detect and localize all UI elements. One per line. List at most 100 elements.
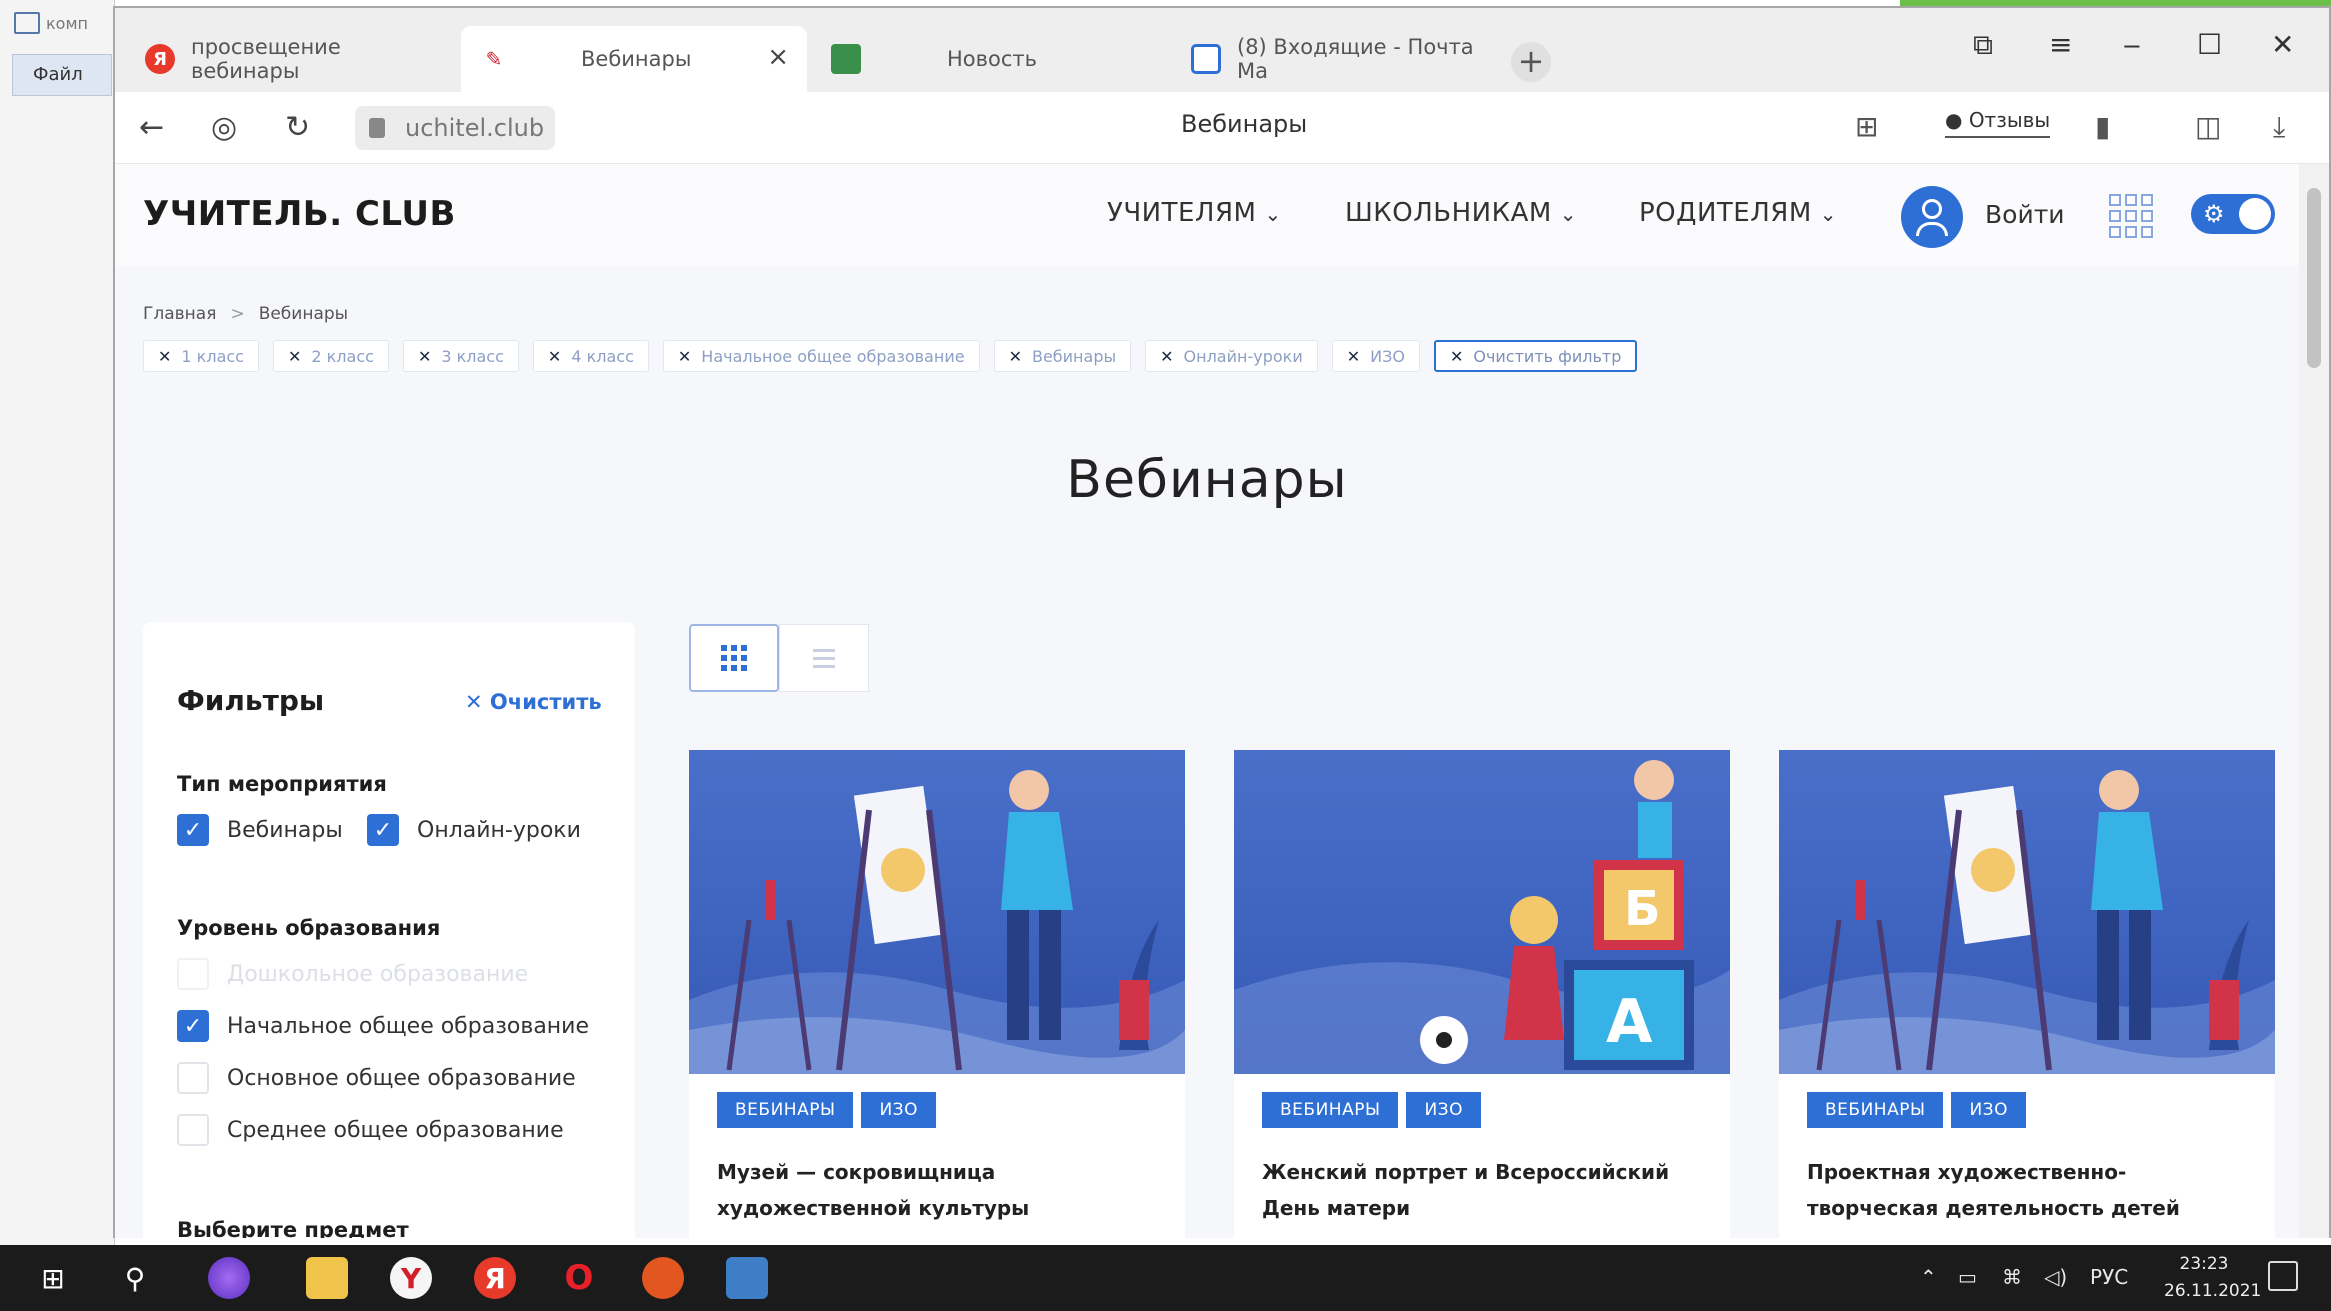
tabs-overview-icon[interactable]: ⧉	[1973, 28, 1993, 62]
notifications-icon[interactable]	[2268, 1261, 2298, 1291]
alice-assistant-icon[interactable]	[208, 1257, 250, 1299]
subject-title: Выберите предмет	[177, 1218, 409, 1238]
protect-icon[interactable]: ◎	[211, 110, 237, 145]
checkbox-checked-icon: ✓	[367, 814, 399, 846]
download-icon[interactable]: ⤓	[2273, 110, 2285, 144]
accessibility-toggle[interactable]: ⚙	[2191, 194, 2275, 234]
mail-icon	[1191, 44, 1221, 74]
yandex-icon: Я	[145, 44, 175, 74]
site-logo[interactable]: УЧИТЕЛЬ. CLUB	[143, 194, 456, 234]
translate-icon[interactable]: ⊞	[1855, 110, 1878, 143]
login-link[interactable]: Войти	[1985, 200, 2065, 229]
filter-chip[interactable]: ✕ 2 класс	[272, 340, 389, 372]
reviews-button[interactable]: ● Отзывы	[1945, 108, 2051, 138]
close-tab-icon[interactable]: ×	[767, 42, 789, 72]
webinar-card[interactable]: ВЕБИНАРЫ ИЗО Проектная художественно-тво…	[1779, 750, 2275, 1238]
clear-filter-chip[interactable]: ✕ Очистить фильтр	[1433, 340, 1638, 372]
tab-news[interactable]: Новость	[815, 26, 1155, 92]
extensions-icon[interactable]: ◫	[2195, 110, 2221, 143]
breadcrumb-home[interactable]: Главная	[143, 304, 216, 324]
minimize-icon[interactable]: ‒	[2123, 28, 2141, 61]
tab-webinars[interactable]: ✎ Вебинары ×	[461, 26, 807, 92]
search-icon[interactable]: ⚲	[114, 1257, 156, 1299]
nav-parents[interactable]: РОДИТЕЛЯМ ⌄	[1639, 198, 1837, 228]
tag-webinars[interactable]: ВЕБИНАРЫ	[1262, 1092, 1399, 1128]
page-heading: Вебинары	[1066, 450, 1348, 510]
tab-yandex-search[interactable]: Я просвещение вебинары	[129, 26, 429, 92]
painter-illustration	[689, 750, 1185, 1074]
monitor-icon	[14, 12, 40, 34]
filters-panel: Фильтры ✕ Очистить Тип мероприятия ✓ Веби…	[143, 622, 635, 1238]
uchitel-icon: ✎	[479, 44, 509, 74]
volume-icon[interactable]: ◁)	[2044, 1265, 2067, 1289]
new-tab-button[interactable]: +	[1511, 42, 1551, 82]
clock[interactable]: 23:23 26.11.2021	[2164, 1251, 2262, 1305]
clock-date: 26.11.2021	[2164, 1281, 2262, 1301]
filter-chip[interactable]: ✕ Начальное общее образование	[662, 340, 980, 372]
tag-webinars[interactable]: ВЕБИНАРЫ	[1807, 1092, 1944, 1128]
apps-grid-icon[interactable]	[2109, 194, 2153, 238]
checkbox-webinars[interactable]: ✓ Вебинары	[177, 814, 343, 846]
grid-view-button[interactable]	[689, 624, 779, 692]
page-scrollbar[interactable]	[2299, 164, 2329, 1238]
nav-teachers[interactable]: УЧИТЕЛЯМ ⌄	[1107, 198, 1282, 228]
webinar-card[interactable]: ВЕБИНАРЫ ИЗО Музей — сокровищница художе…	[689, 750, 1185, 1238]
tab-mail[interactable]: (8) Входящие - Почта Ма	[1151, 26, 1501, 92]
checkbox-secondary[interactable]: Среднее общее образование	[177, 1114, 564, 1146]
checkbox-empty-icon	[177, 1062, 209, 1094]
taskbar: ⊞ ⚲ Y Я O ⌃ ▭ ⌘ ◁) РУС 23:23 26.11.2021	[0, 1245, 2331, 1311]
card-title[interactable]: Проектная художественно-творческая деяте…	[1807, 1154, 2257, 1238]
filter-chip[interactable]: ✕ ИЗО	[1331, 340, 1420, 372]
windows-start-icon[interactable]: ⊞	[32, 1257, 74, 1299]
checkbox-checked-icon: ✓	[177, 814, 209, 846]
window-app-icon[interactable]	[726, 1257, 768, 1299]
chevron-up-icon[interactable]: ⌃	[1920, 1265, 1937, 1289]
network-icon[interactable]: ⌘	[2002, 1265, 2022, 1289]
filter-chip[interactable]: ✕ 4 класс	[532, 340, 649, 372]
tag-art[interactable]: ИЗО	[1951, 1092, 2026, 1128]
nav-students[interactable]: ШКОЛЬНИКАМ ⌄	[1345, 198, 1577, 228]
card-title[interactable]: Музей — сокровищница художественной куль…	[717, 1154, 1167, 1226]
filter-chip[interactable]: ✕ Вебинары	[993, 340, 1132, 372]
svg-text:Б: Б	[1624, 881, 1661, 937]
yandex-icon[interactable]: Я	[474, 1257, 516, 1299]
language-indicator[interactable]: РУС	[2090, 1265, 2128, 1289]
battery-icon[interactable]: ▭	[1958, 1265, 1977, 1289]
user-avatar-icon[interactable]	[1901, 186, 1963, 248]
checkbox-primary[interactable]: ✓ Начальное общее образование	[177, 1010, 589, 1042]
menu-icon[interactable]: ≡	[2049, 28, 2072, 61]
background-app-window: комп Файл	[0, 0, 115, 1245]
webinar-card[interactable]: Б A ВЕБИНАРЫ ИЗО Женский портрет и Всеро…	[1234, 750, 1730, 1238]
remove-icon: ✕	[158, 346, 172, 366]
reload-icon[interactable]: ↻	[285, 110, 310, 145]
scrollbar-thumb[interactable]	[2307, 188, 2321, 368]
file-explorer-icon[interactable]	[306, 1257, 348, 1299]
bookmark-icon[interactable]: ▮	[2095, 110, 2110, 143]
close-window-icon[interactable]: ✕	[2271, 28, 2294, 61]
opera-icon[interactable]: O	[558, 1257, 600, 1299]
tag-art[interactable]: ИЗО	[861, 1092, 936, 1128]
clear-filters-button[interactable]: ✕ Очистить	[465, 690, 602, 714]
tab-label: Новость	[947, 47, 1038, 71]
file-menu[interactable]: Файл	[12, 54, 112, 96]
list-view-button[interactable]	[779, 624, 869, 692]
breadcrumb: Главная > Вебинары	[143, 304, 349, 324]
maximize-icon[interactable]: ☐	[2197, 28, 2222, 61]
tag-art[interactable]: ИЗО	[1406, 1092, 1481, 1128]
active-filter-chips: ✕ 1 класс ✕ 2 класс ✕ 3 класс ✕ 4 класс ✕ Нач…	[143, 340, 1638, 372]
tag-webinars[interactable]: ВЕБИНАРЫ	[717, 1092, 854, 1128]
filter-chip[interactable]: ✕ Онлайн-уроки	[1145, 340, 1318, 372]
filter-chip[interactable]: ✕ 1 класс	[143, 340, 259, 372]
remove-icon: ✕	[1008, 346, 1022, 366]
tab-label: просвещение вебинары	[191, 35, 341, 83]
card-title[interactable]: Женский портрет и Всероссийский День мат…	[1262, 1154, 1712, 1226]
yandex-browser-icon[interactable]: Y	[390, 1257, 432, 1299]
url-field[interactable]: uchitel.club	[355, 106, 555, 150]
checkbox-online-lessons[interactable]: ✓ Онлайн-уроки	[367, 814, 581, 846]
reviews-label: Отзывы	[1968, 108, 2051, 132]
powerpoint-icon[interactable]	[642, 1257, 684, 1299]
gear-icon: ⚙	[2203, 200, 2225, 228]
filter-chip[interactable]: ✕ 3 класс	[402, 340, 519, 372]
checkbox-basic[interactable]: Основное общее образование	[177, 1062, 576, 1094]
back-icon[interactable]: ←	[139, 110, 164, 145]
